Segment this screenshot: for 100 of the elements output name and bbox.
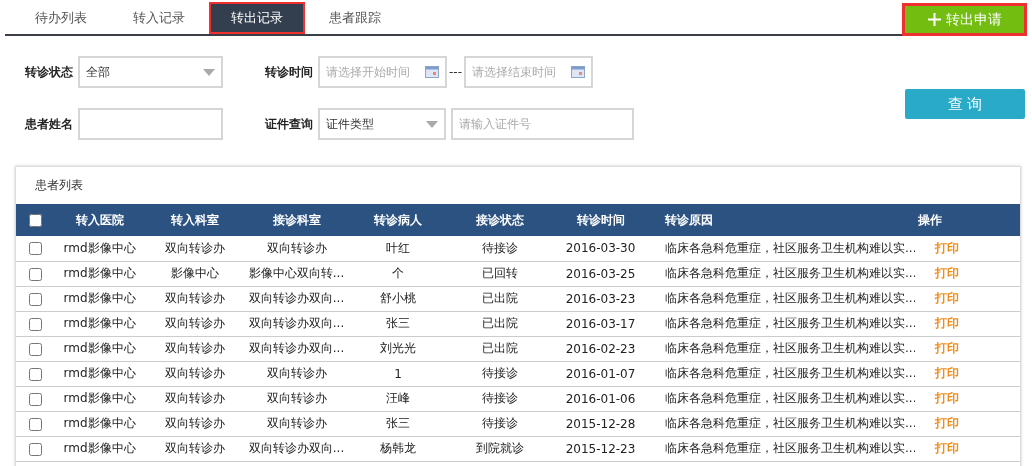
dropdown-caret-icon: [203, 68, 215, 76]
column-header: 转入科室: [144, 204, 246, 236]
hospital-cell: rmd影像中心: [56, 311, 144, 336]
status-cell: 待接诊: [449, 386, 551, 411]
reason-cell: 临床各急科危重症，社区服务卫生机构难以实...: [651, 411, 915, 436]
department-cell: 双向转诊办: [144, 436, 246, 461]
tab[interactable]: 患者跟踪: [307, 2, 403, 34]
reason-cell: 临床各急科危重症，社区服务卫生机构难以实...: [651, 236, 915, 261]
column-header: 操作: [915, 204, 1020, 236]
print-link[interactable]: 打印: [915, 261, 1020, 286]
date-cell: 2016-03-25: [551, 261, 651, 286]
receiving-department-cell: 双向转诊办双向...: [246, 311, 348, 336]
department-cell: 双向转诊办: [144, 236, 246, 261]
row-checkbox[interactable]: [29, 292, 42, 306]
patient-cell: 刘光光: [348, 336, 449, 361]
hospital-cell: rmd影像中心: [56, 336, 144, 361]
id-type-select[interactable]: 证件类型: [318, 108, 446, 140]
receiving-department-cell: 双向转诊办: [246, 361, 348, 386]
print-link[interactable]: 打印: [915, 311, 1020, 336]
row-checkbox[interactable]: [29, 442, 42, 456]
reason-cell: 临床各急科危重症，社区服务卫生机构难以实...: [651, 386, 915, 411]
row-checkbox[interactable]: [29, 392, 42, 406]
department-cell: 双向转诊办: [144, 361, 246, 386]
row-checkbox[interactable]: [29, 267, 42, 281]
hospital-cell: rmd影像中心: [56, 261, 144, 286]
date-cell: 2016-03-17: [551, 311, 651, 336]
reason-cell: 临床各急科危重症，社区服务卫生机构难以实...: [651, 261, 915, 286]
receiving-department-cell: 影像中心双向转...: [246, 261, 348, 286]
hospital-cell: rmd影像中心: [56, 286, 144, 311]
field-label: 患者姓名: [25, 115, 73, 133]
patient-cell: 1: [348, 361, 449, 386]
status-select[interactable]: 全部: [78, 56, 223, 88]
department-cell: 影像中心: [144, 261, 246, 286]
date-cell: 2016-02-23: [551, 336, 651, 361]
receiving-department-cell: 双向转诊办: [246, 386, 348, 411]
receiving-department-cell: 双向转诊办: [246, 236, 348, 261]
department-cell: 双向转诊办: [144, 286, 246, 311]
hospital-cell: rmd影像中心: [56, 236, 144, 261]
status-cell: 待接诊: [449, 361, 551, 386]
row-checkbox[interactable]: [29, 342, 42, 356]
tab[interactable]: 转入记录: [111, 2, 207, 34]
field-label: 证件查询: [265, 115, 313, 133]
status-cell: 到院就诊: [449, 436, 551, 461]
column-header: 转诊病人: [348, 204, 449, 236]
receiving-department-cell: 双向转诊办双向...: [246, 336, 348, 361]
date-cell: 2016-03-23: [551, 286, 651, 311]
row-checkbox[interactable]: [29, 417, 42, 431]
column-header: 接诊状态: [449, 204, 551, 236]
department-cell: 双向转诊办: [144, 311, 246, 336]
receiving-department-cell: 双向转诊办: [246, 411, 348, 436]
print-link[interactable]: 打印: [915, 236, 1020, 261]
print-link[interactable]: 打印: [915, 386, 1020, 411]
print-link[interactable]: 打印: [915, 411, 1020, 436]
receiving-department-cell: 双向转诊办双向...: [246, 436, 348, 461]
date-cell: 2016-01-06: [551, 386, 651, 411]
range-separator: ---: [449, 65, 462, 79]
hospital-cell: rmd影像中心: [56, 386, 144, 411]
id-number-field[interactable]: 请输入证件号: [451, 108, 634, 140]
print-link[interactable]: 打印: [915, 336, 1020, 361]
select-all-checkbox[interactable]: [29, 214, 42, 227]
status-cell: 已出院: [449, 336, 551, 361]
patient-cell: 叶红: [348, 236, 449, 261]
date-cell: 2016-03-30: [551, 236, 651, 261]
search-button[interactable]: 查 询: [905, 89, 1025, 119]
name-field[interactable]: [78, 108, 223, 140]
date-cell: 2015-12-28: [551, 411, 651, 436]
patient-cell: 汪峰: [348, 386, 449, 411]
reason-cell: 临床各急科危重症，社区服务卫生机构难以实...: [651, 286, 915, 311]
hospital-cell: rmd影像中心: [56, 436, 144, 461]
print-link[interactable]: 打印: [915, 286, 1020, 311]
dropdown-caret-icon: [426, 120, 438, 128]
hospital-cell: rmd影像中心: [56, 411, 144, 436]
date-cell: 2016-01-07: [551, 361, 651, 386]
apply-transfer-button[interactable]: 转出申请: [902, 3, 1027, 36]
status-cell: 待接诊: [449, 411, 551, 436]
column-header: 转入医院: [56, 204, 144, 236]
print-link[interactable]: 打印: [915, 361, 1020, 386]
department-cell: 双向转诊办: [144, 386, 246, 411]
tab[interactable]: 转出记录: [209, 2, 305, 34]
status-cell: 已回转: [449, 261, 551, 286]
status-cell: 已出院: [449, 286, 551, 311]
column-header: 转诊时间: [551, 204, 651, 236]
reason-cell: 临床各急科危重症，社区服务卫生机构难以实...: [651, 336, 915, 361]
department-cell: 双向转诊办: [144, 411, 246, 436]
plus-icon: [927, 13, 941, 26]
reason-cell: 临床各急科危重症，社区服务卫生机构难以实...: [651, 361, 915, 386]
patient-cell: 张三: [348, 411, 449, 436]
row-checkbox[interactable]: [29, 242, 42, 256]
hospital-cell: rmd影像中心: [56, 361, 144, 386]
start-date-field[interactable]: 请选择开始时间: [318, 56, 447, 88]
reason-cell: 临床各急科危重症，社区服务卫生机构难以实...: [651, 311, 915, 336]
column-header: 接诊科室: [246, 204, 348, 236]
end-date-field[interactable]: 请选择结束时间: [464, 56, 593, 88]
field-label: 转诊时间: [265, 63, 313, 81]
panel-title: 患者列表: [35, 177, 83, 194]
print-link[interactable]: 打印: [915, 436, 1020, 461]
status-cell: 已出院: [449, 311, 551, 336]
tab[interactable]: 待办列表: [13, 2, 109, 34]
row-checkbox[interactable]: [29, 317, 42, 331]
row-checkbox[interactable]: [29, 367, 42, 381]
